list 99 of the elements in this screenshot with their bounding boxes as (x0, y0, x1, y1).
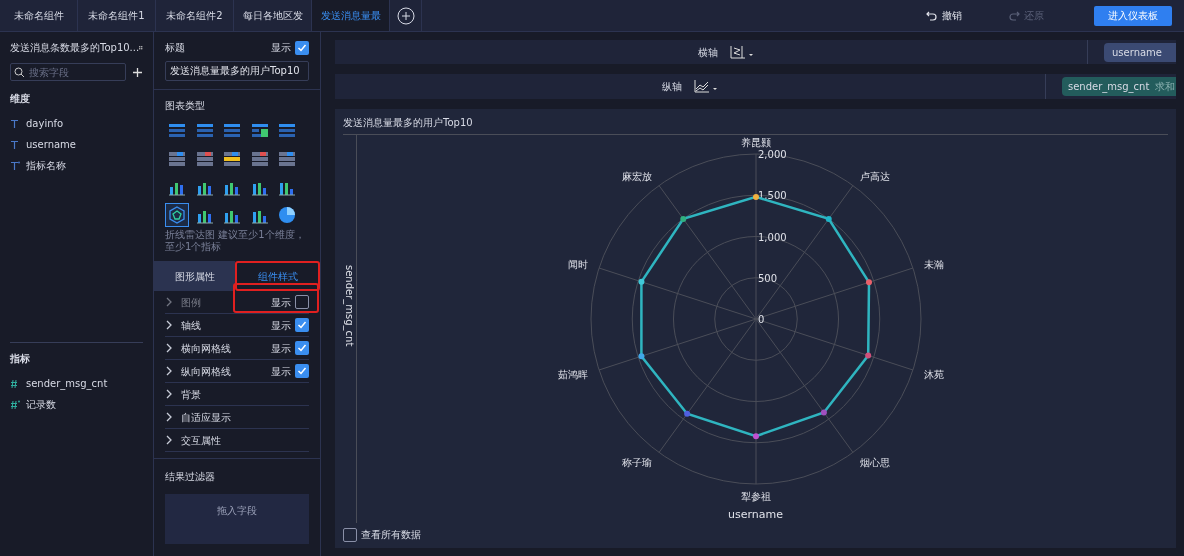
y-axis-title: sender_msg_cnt (342, 264, 356, 346)
section-label[interactable]: 横向网格线 (181, 340, 231, 356)
checkbox[interactable] (295, 40, 309, 55)
add-icon[interactable] (132, 66, 143, 78)
show-label: 显示 (271, 364, 291, 379)
tab[interactable]: 未命名组件 (0, 0, 78, 31)
data-point (679, 215, 686, 222)
tab[interactable]: 未命名组件2 (156, 0, 234, 31)
chart-type-icon (277, 149, 298, 169)
chart-type-icon (249, 149, 270, 169)
chart-style-icon[interactable] (730, 45, 754, 60)
search-field[interactable]: 搜索字段 (10, 63, 126, 81)
axis-label: 卢高达 (859, 170, 890, 182)
chevron-icon[interactable] (165, 389, 173, 399)
data-point (752, 193, 759, 200)
settings-tab[interactable]: 图形属性 (154, 261, 235, 291)
chevron-icon[interactable] (165, 412, 173, 422)
dimension-field[interactable]: username (26, 137, 76, 152)
checkbox[interactable] (295, 318, 309, 332)
number-type-icon (10, 378, 20, 389)
text-type-icon (10, 139, 20, 150)
section-heading: 结果过滤器 (165, 471, 215, 482)
field-pill[interactable]: sender_msg_cnt 求和 (1062, 76, 1176, 96)
data-point (820, 408, 827, 415)
data-point (683, 410, 690, 417)
field-label: 标题 (165, 41, 185, 55)
checkbox[interactable] (295, 364, 309, 378)
measure-field[interactable]: sender_msg_cnt (26, 376, 108, 391)
axis-label: 烟心思 (859, 456, 890, 468)
section-heading: 图表类型 (165, 100, 205, 111)
chart-type-icon (222, 149, 243, 169)
section-label[interactable]: 交互属性 (181, 432, 221, 448)
chevron-icon[interactable] (165, 366, 173, 376)
measure-field[interactable]: 记录数 (26, 397, 56, 412)
axis-label: 犁参祖 (740, 490, 771, 502)
panel-title: 发送消息条数最多的Top10... (10, 41, 140, 55)
chart-type-hint: 折线雷达图 建议至少1个维度，至少1个指标 (165, 229, 306, 253)
section-heading: 维度 (10, 92, 31, 106)
data-point (637, 352, 644, 359)
data-point (865, 278, 872, 285)
axis-label: 闻时 (567, 258, 588, 270)
ring-label: 2,000 (757, 148, 787, 160)
dimension-field[interactable]: 指标名称 (26, 158, 66, 173)
ring-label: 1,000 (757, 231, 787, 242)
chart-type-icon (167, 149, 187, 169)
search-icon (14, 67, 25, 78)
show-label: 显示 (271, 341, 291, 356)
undo-button[interactable]: 撤销 (918, 0, 970, 31)
chart-title: 发送消息量最多的用户Top10 (343, 114, 1168, 135)
data-point (637, 278, 644, 285)
axis-label: 沐苑 (923, 368, 944, 380)
chevron-icon[interactable] (165, 343, 173, 353)
field-pill[interactable]: username (1104, 42, 1176, 62)
drop-zone[interactable]: 拖入字段 (165, 494, 309, 544)
number-type-icon (10, 399, 20, 410)
axis-label: 称子瑜 (621, 456, 652, 468)
chevron-icon[interactable] (165, 320, 173, 330)
show-label: 显示 (271, 295, 291, 310)
chart-type-icon (194, 149, 215, 169)
redo-icon (1008, 9, 1020, 22)
axis-label: 纵轴 (662, 79, 682, 94)
chevron-icon[interactable] (165, 435, 173, 445)
x-axis-title: username (728, 506, 783, 523)
axis-label: 麻宏放 (621, 170, 652, 182)
axis-label: 养昆颢 (740, 136, 771, 148)
checkbox[interactable] (295, 341, 309, 355)
title-input[interactable]: 发送消息量最多的用户Top10 (165, 61, 309, 81)
field-name: sender_msg_cnt (1068, 79, 1150, 94)
chart-type-icon (277, 205, 298, 225)
axis-label: 茹鸿晖 (557, 368, 588, 380)
chart-type-option[interactable] (165, 203, 189, 227)
checkbox-label: 查看所有数据 (361, 528, 421, 542)
ring-label: 500 (757, 272, 777, 284)
aggregate-label: 求和 (1155, 79, 1176, 94)
enter-dashboard-button[interactable]: 进入仪表板 (1094, 5, 1172, 26)
section-label[interactable]: 轴线 (181, 317, 201, 333)
undo-icon (926, 9, 938, 22)
settings-tab[interactable]: 组件样式 (235, 261, 320, 291)
section-label[interactable]: 背景 (181, 386, 201, 402)
chart-style-icon[interactable] (694, 79, 718, 94)
chart-type-icon (167, 205, 187, 225)
section-label[interactable]: 自适应显示 (181, 409, 231, 425)
ring-label: 0 (757, 313, 764, 325)
data-point (825, 215, 832, 222)
show-label: 显示 (271, 41, 291, 55)
add-tab-icon[interactable] (396, 6, 415, 25)
show-label: 显示 (271, 318, 291, 333)
axis-label: 横轴 (698, 45, 718, 60)
axis-label: 未瀚 (923, 258, 944, 270)
text-type-icon (10, 160, 20, 171)
data-point (864, 351, 871, 358)
checkbox[interactable] (343, 527, 357, 542)
text-type-icon (10, 118, 20, 129)
tab[interactable]: 发送消息量最 (312, 0, 390, 31)
tab[interactable]: 未命名组件1 (78, 0, 156, 31)
data-point (752, 432, 759, 439)
dimension-field[interactable]: dayinfo (26, 116, 64, 131)
section-heading: 指标 (10, 352, 31, 366)
section-label[interactable]: 纵向网格线 (181, 363, 231, 379)
